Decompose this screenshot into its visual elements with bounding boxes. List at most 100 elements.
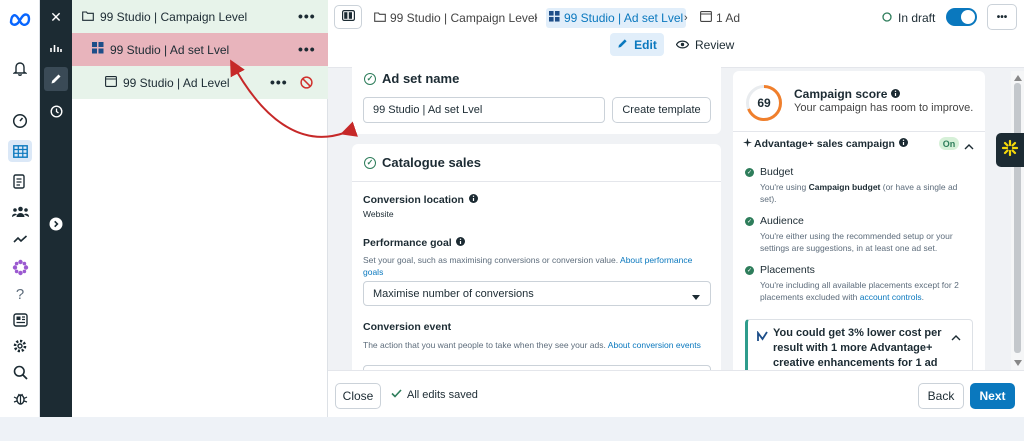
gauge-icon[interactable]: [8, 110, 32, 132]
adset-grid-icon: [92, 42, 104, 57]
check-circle-icon: ✓: [364, 72, 376, 85]
breadcrumb-adset-label: 99 Studio | Ad set Lvel: [564, 11, 684, 25]
bell-icon[interactable]: [8, 57, 32, 79]
breadcrumb-adset[interactable]: 99 Studio | Ad set Lvel: [546, 8, 687, 28]
breadcrumb-ad-label: 1 Ad: [716, 11, 741, 25]
conversion-location-label: Conversion location: [363, 194, 478, 206]
advantage-title: Advantage+ sales campaign: [754, 138, 895, 150]
check-circle-icon: ✓: [364, 156, 376, 169]
caret-down-icon: [692, 291, 700, 303]
placements-title: Placements: [760, 264, 815, 276]
performance-goal-select[interactable]: Maximise number of conversions: [363, 281, 711, 306]
conversion-event-help: The action that you want people to take …: [363, 339, 713, 351]
eye-icon: [675, 38, 690, 52]
meta-logo-icon[interactable]: [8, 8, 32, 30]
close-button[interactable]: Close: [335, 383, 381, 409]
tree-item-adset[interactable]: 99 Studio | Ad set Lvel •••: [72, 33, 328, 66]
bug-icon[interactable]: [8, 387, 32, 409]
catalogue-heading: ✓ Catalogue sales: [364, 155, 481, 170]
advantage-on-badge: On: [939, 137, 959, 150]
search-icon[interactable]: [8, 361, 32, 383]
close-icon[interactable]: ✕: [44, 5, 68, 29]
adset-grid-icon: [549, 11, 560, 25]
expand-chevron-icon[interactable]: [44, 212, 68, 236]
ad-window-icon: [700, 11, 712, 25]
panel-toggle-button[interactable]: [334, 5, 362, 29]
folder-icon: [374, 11, 386, 25]
info-icon[interactable]: [455, 237, 465, 249]
divider: [733, 131, 985, 132]
ad-disabled-icon[interactable]: [300, 76, 313, 92]
create-template-button[interactable]: Create template: [612, 97, 711, 123]
campaign-more-icon[interactable]: •••: [298, 8, 316, 24]
check-dot-icon: ✓: [745, 217, 754, 226]
breadcrumb-campaign[interactable]: 99 Studio | Campaign Level: [374, 8, 537, 28]
tab-review-label: Review: [695, 37, 735, 52]
info-icon[interactable]: [891, 87, 901, 101]
publish-toggle[interactable]: [946, 8, 977, 26]
chart-icon[interactable]: [44, 36, 68, 60]
flower-icon[interactable]: [8, 256, 32, 278]
performance-goal-label: Performance goal: [363, 237, 465, 249]
conversion-location-text: Conversion location: [363, 194, 464, 206]
ad-window-icon: [105, 75, 117, 90]
checkmark-icon: [391, 389, 402, 401]
help-icon[interactable]: ?: [8, 283, 32, 305]
adset-name-input[interactable]: 99 Studio | Ad set Lvel: [363, 97, 605, 123]
tab-review[interactable]: Review: [675, 33, 736, 56]
campaign-score-text: Campaign score: [794, 87, 888, 101]
account-controls-link[interactable]: account controls: [860, 292, 922, 302]
tab-edit[interactable]: Edit: [610, 33, 664, 56]
tree-item-ad[interactable]: 99 Studio | Ad Level •••: [72, 66, 328, 99]
advantage-header[interactable]: Advantage+ sales campaign: [743, 138, 908, 150]
save-status: All edits saved: [391, 389, 478, 401]
breadcrumb-ad[interactable]: 1 Ad: [700, 8, 740, 28]
chevron-up-icon[interactable]: [951, 328, 961, 346]
more-options-button[interactable]: •••: [987, 4, 1017, 30]
scrollbar-thumb[interactable]: [1014, 83, 1021, 353]
sparkle-burst-icon: [1001, 139, 1019, 162]
tree-ad-label: 99 Studio | Ad Level: [123, 75, 230, 90]
breadcrumb-campaign-label: 99 Studio | Campaign Level: [390, 11, 538, 25]
scrollbar[interactable]: [1011, 71, 1024, 370]
assistant-launcher[interactable]: [996, 133, 1024, 167]
editor-rail: ✕: [40, 0, 72, 417]
edit-pencil-icon[interactable]: [44, 67, 68, 91]
campaign-score-panel: 69 Campaign score Your campaign has room…: [733, 71, 985, 370]
catalogue-sales-card: ✓ Catalogue sales Conversion location We…: [352, 144, 721, 370]
ad-more-icon[interactable]: •••: [270, 74, 288, 90]
trend-icon[interactable]: [8, 228, 32, 250]
info-icon[interactable]: [898, 138, 908, 150]
scroll-up-icon[interactable]: [1014, 75, 1022, 81]
next-button[interactable]: Next: [970, 383, 1015, 409]
history-clock-icon[interactable]: [44, 99, 68, 123]
budget-title: Budget: [760, 166, 794, 178]
score-value: 69: [757, 96, 771, 110]
conversion-event-link[interactable]: About conversion events: [608, 340, 701, 350]
scroll-down-icon[interactable]: [1014, 360, 1022, 366]
sidebar-toggle-icon: [341, 10, 355, 24]
grid-table-icon[interactable]: [8, 140, 32, 162]
bottom-strip: [0, 417, 1024, 441]
settings-icon[interactable]: [8, 335, 32, 357]
check-dot-icon: ✓: [745, 168, 754, 177]
advantage-tip-card[interactable]: You could get 3% lower cost per result w…: [745, 319, 973, 370]
draft-circle-icon: [882, 11, 892, 25]
chevron-right-icon: ›: [684, 12, 688, 24]
pages-icon[interactable]: [8, 171, 32, 193]
global-nav: ?: [0, 0, 40, 417]
news-icon[interactable]: [8, 309, 32, 331]
adset-more-icon[interactable]: •••: [298, 41, 316, 57]
people-icon[interactable]: [8, 201, 32, 223]
conversion-event-label: Conversion event: [363, 321, 452, 333]
tree-campaign-label: 99 Studio | Campaign Level: [100, 9, 248, 24]
performance-goal-help: Set your goal, such as maximising conver…: [363, 254, 713, 278]
budget-text: You're using Campaign budget (or have a …: [760, 181, 975, 205]
info-icon[interactable]: [468, 194, 478, 206]
tree-item-campaign[interactable]: 99 Studio | Campaign Level •••: [72, 0, 328, 33]
score-ring: 69: [745, 84, 783, 122]
save-status-text: All edits saved: [407, 389, 478, 401]
chevron-up-icon[interactable]: [964, 137, 974, 155]
budget-text-b: Campaign budget: [808, 182, 881, 192]
back-button[interactable]: Back: [918, 383, 964, 409]
